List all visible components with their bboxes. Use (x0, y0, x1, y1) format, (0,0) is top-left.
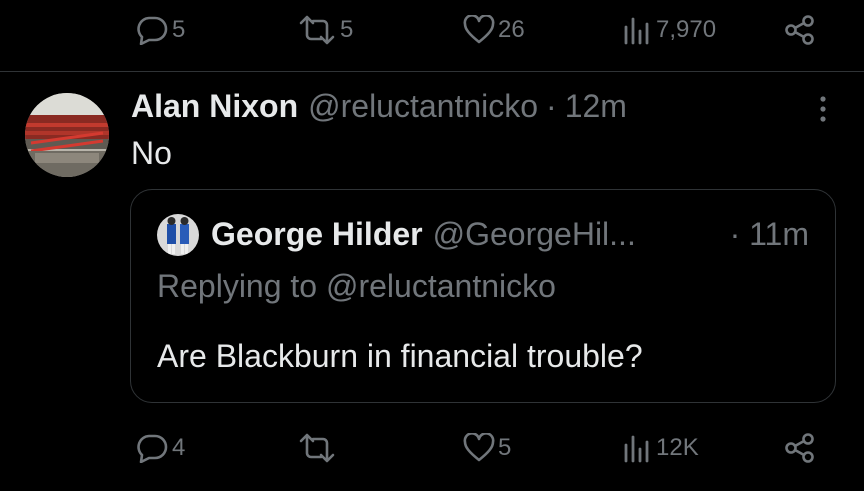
tweet-timestamp[interactable]: 12m (565, 88, 627, 125)
like-icon (463, 15, 495, 45)
reply-icon (135, 433, 169, 463)
quoted-timestamp: · 11m (729, 215, 809, 252)
top-repost-count: 5 (340, 16, 354, 43)
share-button[interactable] (784, 433, 816, 463)
reply-count: 4 (172, 434, 186, 461)
top-like-count: 26 (498, 16, 525, 43)
quoted-display-name: George Hilder (211, 215, 423, 252)
like-button[interactable]: 5 (463, 433, 511, 463)
tweet-header: Alan Nixon @reluctantnicko · 12m (131, 84, 627, 128)
top-reply-button[interactable]: 5 (135, 15, 185, 45)
top-views-count: 7,970 (656, 16, 717, 43)
views-icon (623, 433, 653, 463)
tweet-divider (0, 71, 864, 72)
replying-to-label: Replying to (157, 268, 318, 304)
author-display-name[interactable]: Alan Nixon (131, 88, 298, 125)
like-icon (463, 433, 495, 463)
top-views-button[interactable]: 7,970 (623, 15, 716, 45)
repost-button[interactable] (297, 433, 340, 463)
replying-to-handle: @reluctantnicko (325, 268, 556, 304)
quoted-replying-to: Replying to @reluctantnicko (157, 268, 556, 305)
quoted-header: George Hilder @GeorgeHil... (211, 212, 636, 256)
more-options-button[interactable] (805, 93, 841, 129)
views-count: 12K (656, 434, 699, 461)
share-icon (784, 15, 816, 45)
quoted-tweet[interactable]: George Hilder @GeorgeHil... · 11m Replyi… (130, 189, 836, 403)
top-reply-count: 5 (172, 16, 186, 43)
top-repost-button[interactable]: 5 (297, 15, 353, 45)
top-action-bar: 5 5 26 7,970 (0, 10, 864, 50)
share-icon (784, 433, 816, 463)
repost-icon (297, 433, 337, 463)
quoted-text: Are Blackburn in financial trouble? (157, 338, 643, 374)
more-options-icon (819, 95, 827, 128)
bottom-action-bar: 4 5 12K (0, 428, 864, 468)
quoted-handle: @GeorgeHil... (432, 215, 636, 252)
top-share-button[interactable] (784, 15, 816, 45)
like-count: 5 (498, 434, 512, 461)
top-like-button[interactable]: 26 (463, 15, 525, 45)
views-icon (623, 15, 653, 45)
repost-icon (297, 15, 337, 45)
author-handle[interactable]: @reluctantnicko (308, 88, 538, 125)
tweet-text: No (131, 135, 172, 171)
reply-button[interactable]: 4 (135, 433, 185, 463)
quoted-avatar[interactable] (157, 214, 199, 256)
views-button[interactable]: 12K (623, 433, 699, 463)
header-separator: · (546, 87, 557, 124)
avatar[interactable] (25, 93, 109, 177)
reply-icon (135, 15, 169, 45)
